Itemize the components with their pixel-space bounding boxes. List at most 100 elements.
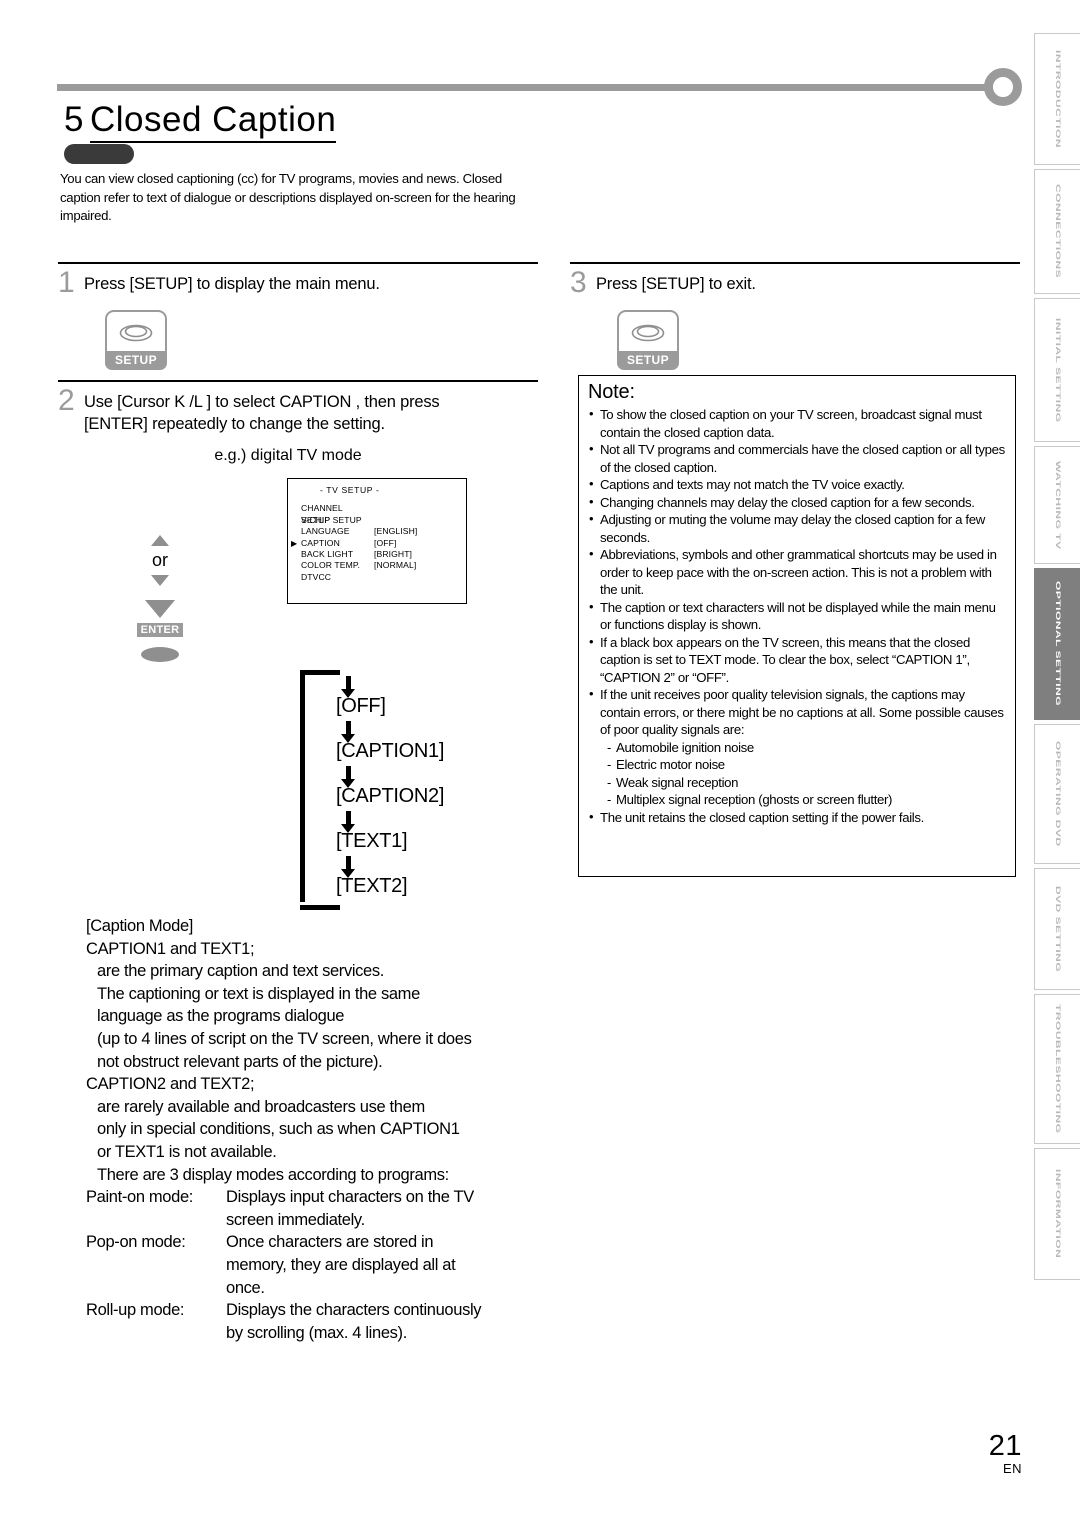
flow-label: [CAPTION2] — [336, 785, 445, 807]
display-mode-desc-line: memory, they are displayed all at — [226, 1255, 456, 1274]
note-item: The unit retains the closed caption sett… — [588, 808, 1007, 827]
osd-rows: ▶ CHANNEL SETUP V-CHIP SETUP LANGUAGE [E… — [288, 503, 466, 583]
flow-items: [OFF] [CAPTION1] [CAPTION2] [TEXT1] [TEX… — [336, 676, 496, 898]
flow-loop-top — [300, 670, 340, 675]
note-item: Changing channels may delay the closed c… — [588, 493, 1007, 512]
caption-mode-heading: [Caption Mode] — [86, 917, 193, 935]
note-item-text: If the unit receives poor quality televi… — [600, 687, 1004, 737]
display-mode-row: Roll-up mode: Displays the characters co… — [86, 1299, 536, 1344]
osd-title: - TV SETUP - — [320, 485, 380, 495]
tab-troubleshooting[interactable]: TROUBLESHOOTING — [1034, 994, 1080, 1144]
tab-operating-dvd[interactable]: OPERATING DVD — [1034, 724, 1080, 864]
page-number: 21 — [988, 1430, 1022, 1462]
step-1-text: Press [SETUP] to display the main menu. — [84, 275, 380, 293]
tab-label: DVD SETTING — [1053, 885, 1062, 973]
display-mode-name: Roll-up mode: — [86, 1301, 185, 1320]
intro-paragraph: You can view closed captioning (cc) for … — [60, 171, 516, 224]
caption-group1-line: are the primary caption and text service… — [97, 962, 385, 981]
caption-group1-line: (up to 4 lines of script on the TV scree… — [97, 1029, 472, 1048]
note-item: Captions and texts may not match the TV … — [588, 475, 1007, 494]
cursor-down-icon[interactable] — [151, 575, 169, 586]
setup-oval-icon — [631, 324, 665, 342]
osd-row[interactable]: LANGUAGE [ENGLISH] — [301, 526, 466, 537]
enter-key-label[interactable]: ENTER — [136, 623, 184, 637]
osd-item-label: CAPTION — [301, 537, 340, 548]
osd-pointer-icon: ▶ — [291, 538, 298, 548]
osd-row[interactable]: V-CHIP SETUP — [301, 515, 466, 526]
section-title: Closed Caption — [89, 100, 337, 143]
tab-dvd-setting[interactable]: DVD SETTING — [1034, 868, 1080, 990]
page-footer: 21 EN — [989, 1431, 1022, 1476]
setup-oval-icon — [119, 324, 153, 342]
setup-key-2[interactable]: SETUP — [617, 310, 679, 370]
flow-arrow-icon — [341, 721, 355, 743]
tab-label: INFORMATION — [1053, 1169, 1062, 1259]
header-ring-icon — [984, 68, 1022, 106]
caption-group2-title: CAPTION2 and TEXT2; — [86, 1075, 255, 1094]
step-3-rule — [570, 262, 1020, 264]
header-rule — [57, 84, 1012, 91]
note-item: Abbreviations, symbols and other grammat… — [588, 545, 1007, 599]
osd-item-value: [BRIGHT] — [374, 548, 413, 559]
flow-arrow-icon — [341, 856, 355, 878]
note-item: Adjusting or muting the volume may delay… — [588, 510, 1007, 546]
caption-group1-title: CAPTION1 and TEXT1; — [86, 939, 255, 958]
display-mode-desc-line: Once characters are stored in — [226, 1233, 434, 1252]
section-tabs: INTRODUCTION CONNECTIONS INITIAL SETTING… — [1034, 33, 1080, 1284]
flow-loop-left — [300, 670, 305, 902]
note-item: If a black box appears on the TV screen,… — [588, 633, 1007, 687]
step-2-rule — [58, 380, 538, 382]
caption-group2-line: only in special conditions, such as when… — [97, 1120, 460, 1139]
tab-watching-tv[interactable]: WATCHING TV — [1034, 446, 1080, 564]
display-mode-desc-line: Displays input characters on the TV — [226, 1188, 474, 1207]
display-mode-desc: Displays the characters continuously by … — [226, 1299, 536, 1344]
flow-label: [CAPTION1] — [336, 740, 445, 762]
step-3-number: 3 — [570, 266, 587, 299]
cursor-up-icon[interactable] — [151, 535, 169, 546]
flow-loop-bottom — [300, 905, 340, 910]
display-mode-desc-line: screen immediately. — [226, 1210, 365, 1229]
enter-key-oval-icon[interactable] — [141, 647, 179, 662]
setup-key-1[interactable]: SETUP — [105, 310, 167, 370]
osd-row[interactable]: DTVCC — [301, 572, 466, 583]
osd-item-value: [OFF] — [374, 537, 397, 548]
osd-item-label: CHANNEL SETUP — [301, 503, 343, 525]
caption-group1-line: language as the programs dialogue — [97, 1007, 345, 1026]
or-label: or — [151, 550, 168, 570]
display-mode-desc-line: by scrolling (max. 4 lines). — [226, 1323, 407, 1342]
osd-row-caption[interactable]: CAPTION [OFF] — [301, 538, 466, 549]
display-mode-desc: Displays input characters on the TV scre… — [226, 1186, 536, 1231]
setup-key-label: SETUP — [617, 351, 679, 370]
osd-item-value: [NORMAL] — [374, 560, 417, 571]
flow-label: [TEXT1] — [336, 830, 408, 852]
note-title: Note: — [588, 381, 635, 403]
tab-label: OPERATING DVD — [1053, 741, 1062, 847]
step-1: 1 Press [SETUP] to display the main menu… — [58, 262, 538, 370]
osd-row[interactable]: CHANNEL SETUP — [301, 503, 466, 525]
flow-arrow-icon — [341, 811, 355, 833]
caption-group1-line: The captioning or text is displayed in t… — [97, 984, 420, 1003]
tv-setup-osd: - TV SETUP - ▶ CHANNEL SETUP V-CHIP SETU… — [287, 478, 467, 604]
tab-label: CONNECTIONS — [1053, 184, 1062, 279]
tab-label: TROUBLESHOOTING — [1053, 1004, 1062, 1134]
tab-connections[interactable]: CONNECTIONS — [1034, 169, 1080, 294]
display-mode-name: Paint-on mode: — [86, 1188, 193, 1207]
tab-initial-setting[interactable]: INITIAL SETTING — [1034, 298, 1080, 442]
display-mode-desc-line: Displays the characters continuously — [226, 1301, 482, 1320]
tab-information[interactable]: INFORMATION — [1034, 1148, 1080, 1280]
tab-introduction[interactable]: INTRODUCTION — [1034, 33, 1080, 165]
osd-item-label: DTVCC — [301, 571, 332, 582]
caption-group2-line: are rarely available and broadcasters us… — [97, 1097, 425, 1116]
note-item: If the unit receives poor quality televi… — [588, 685, 1007, 809]
note-subitem: Weak signal reception — [606, 774, 1007, 792]
osd-row[interactable]: COLOR TEMP. [NORMAL] — [301, 560, 466, 571]
tab-optional-setting[interactable]: OPTIONAL SETTING — [1034, 568, 1080, 720]
caption-mode-description: [Caption Mode] CAPTION1 and TEXT1; are t… — [86, 915, 536, 1344]
note-sublist: Automobile ignition noise Electric motor… — [600, 739, 1007, 809]
osd-row[interactable]: BACK LIGHT [BRIGHT] — [301, 549, 466, 560]
display-mode-desc-line: once. — [226, 1278, 265, 1297]
osd-item-label: LANGUAGE — [301, 526, 350, 537]
osd-item-label: BACK LIGHT — [301, 548, 354, 559]
page-title: 5 Closed Caption — [64, 100, 337, 143]
step-3-text: Press [SETUP] to exit. — [596, 275, 756, 293]
